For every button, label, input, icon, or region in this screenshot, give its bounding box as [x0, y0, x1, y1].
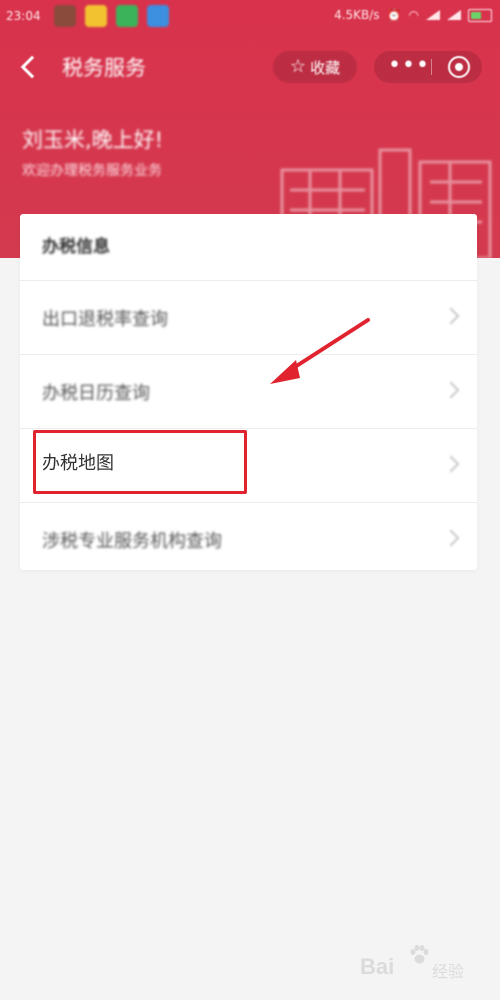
greeting-text: 刘玉米,晚上好!: [22, 128, 164, 152]
divider: [20, 428, 477, 429]
status-time: 23:04: [6, 9, 41, 23]
wifi-icon: ◠: [408, 8, 419, 22]
baidu-watermark: Bai 经验: [352, 942, 492, 992]
more-button[interactable]: •••: [388, 53, 430, 78]
highlight-box: [33, 430, 247, 494]
capsule-divider: [431, 59, 432, 75]
star-icon: ☆: [289, 56, 307, 77]
card-title: 办税信息: [42, 237, 110, 257]
list-item-label: 办税日历查询: [42, 383, 150, 404]
list-item-label: 涉税专业服务机构查询: [42, 531, 222, 552]
blue-app-icon: [147, 5, 169, 27]
close-icon[interactable]: [448, 56, 470, 78]
avatar-app-icon: [54, 5, 76, 27]
divider: [20, 502, 477, 503]
battery-icon: [468, 8, 492, 22]
signal-icon-2: [447, 10, 461, 20]
yellow-app-icon: [85, 5, 107, 27]
nav-bar: 税务服务 ☆ 收藏 •••: [0, 38, 500, 94]
chevron-right-icon: [442, 455, 460, 473]
watermark-brand: Bai: [360, 954, 395, 979]
page-title: 税务服务: [62, 56, 146, 80]
list-item-tax-agency[interactable]: 涉税专业服务机构查询: [20, 502, 477, 576]
signal-icon: [426, 10, 440, 20]
favorite-label: 收藏: [310, 58, 341, 77]
miniapp-capsule: •••: [374, 51, 482, 83]
chevron-right-icon: [442, 529, 460, 547]
watermark-sub: 经验: [432, 962, 465, 981]
chevron-right-icon: [442, 381, 460, 399]
favorite-button[interactable]: ☆ 收藏: [273, 51, 357, 83]
status-app-icons: [54, 5, 169, 27]
list-item-tax-calendar[interactable]: 办税日历查询: [20, 354, 477, 428]
paw-icon: [410, 945, 429, 964]
back-button[interactable]: [18, 52, 42, 80]
divider: [20, 280, 477, 281]
status-indicators: 4.5KB/s ⏰ ◠: [334, 8, 492, 22]
alarm-icon: ⏰: [386, 8, 402, 22]
tax-info-card: 办税信息 出口退税率查询 办税日历查询 办税地图 涉税专业服务机构查询: [20, 214, 477, 570]
pointer-arrow: [270, 318, 370, 384]
green-app-icon: [116, 5, 138, 27]
chevron-right-icon: [442, 307, 460, 325]
list-item-label: 出口退税率查询: [42, 309, 168, 330]
network-speed: 4.5KB/s: [334, 8, 380, 22]
divider: [20, 354, 477, 355]
greeting-subtitle: 欢迎办理税务服务业务: [22, 163, 162, 179]
status-bar: 23:04 4.5KB/s ⏰ ◠: [0, 0, 500, 34]
list-item-export-rebate[interactable]: 出口退税率查询: [20, 280, 477, 354]
